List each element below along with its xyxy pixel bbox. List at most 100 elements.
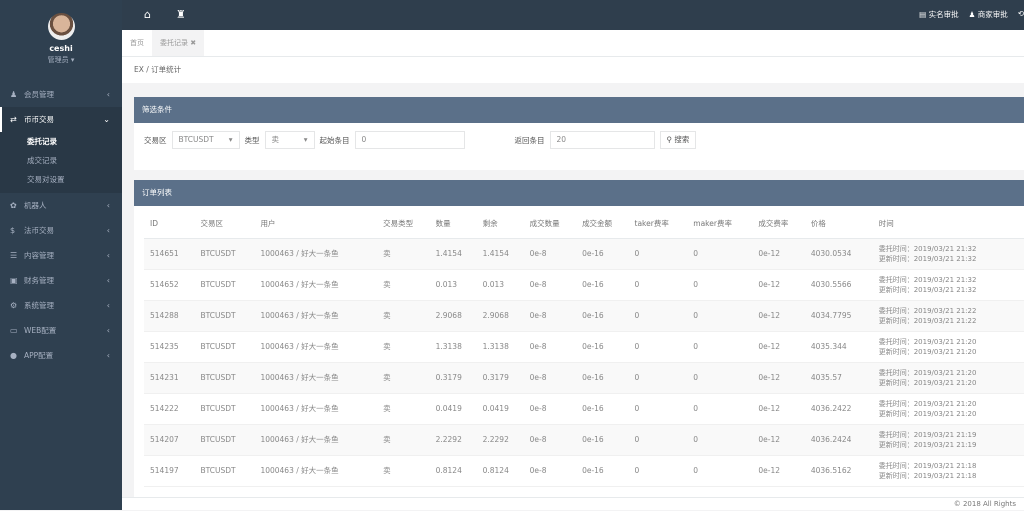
table-cell: 卖 [377,455,430,487]
sidebar-item-label: 会员管理 [24,90,54,99]
chevron-left-icon: ‹ [106,251,110,260]
sidebar-item-5[interactable]: ▣ 财务管理 ‹ [0,268,122,293]
column-header: 成交金额 [576,210,629,239]
dollar-icon: $ [10,226,16,235]
sidebar-item-6[interactable]: ⚙ 系统管理 ‹ [0,293,122,318]
submenu-item[interactable]: 交易对设置 [0,170,122,189]
table-cell: 卖 [377,362,430,394]
table-cell: 1.3138 [476,331,524,363]
top-right-links: ▤ 实名审批 ♟ 商家审批 ⟲ [919,9,1024,20]
tab-home[interactable]: 首页 [122,30,152,56]
sidebar-item-3[interactable]: $ 法币交易 ‹ [0,218,122,243]
sidebar-item-4[interactable]: ☰ 内容管理 ‹ [0,243,122,268]
sidebar-item-label: 币币交易 [24,115,54,124]
topbar-link-label: 实名审批 [928,10,959,19]
market-select[interactable]: BTCUSDT ▾ [171,131,240,149]
table-cell: BTCUSDT [194,300,255,332]
table-cell: 0e-16 [576,269,629,301]
topbar-link-label: 商家审批 [977,10,1008,19]
table-cell: 0.8124 [429,455,477,487]
table-cell: 0.3179 [476,362,524,394]
count-label: 返回条目 [514,135,545,145]
update-time: 更新时间：2019/03/21 21:32 [878,254,977,263]
sidebar-item-7[interactable]: ▭ WEB配置 ‹ [0,318,122,343]
table-cell: 卖 [377,300,430,332]
table-cell: 1000463 / 好大一条鱼 [254,455,378,487]
column-header: 成交数量 [523,210,577,239]
table-cell: 514288 [144,300,195,332]
caret-icon: ▾ [303,135,308,144]
order-time: 委托时间：2019/03/21 21:32 [878,275,977,284]
user-role-dropdown[interactable]: 管理员 ▾ [0,55,122,65]
table-cell: 0 [628,362,688,394]
sidebar: ceshi 管理员 ▾ ♟ 会员管理 ‹ ⇄ 币币交易 ⌄ 委托记录 成交记录 交易对设置 ✿ 机器… [0,0,122,510]
table-cell: 0 [628,393,688,425]
table-cell: 4036.2424 [804,424,873,456]
sidebar-item-label: 系统管理 [24,301,54,310]
sidebar-item-2[interactable]: ✿ 机器人 ‹ [0,193,122,218]
table-cell: 0 [628,424,688,456]
table-cell: 514207 [144,424,195,456]
search-button[interactable]: ⚲ 搜索 [659,131,697,149]
table-cell: 卖 [377,424,430,456]
table-cell: 卖 [377,331,430,363]
market-label: 交易区 [144,135,167,145]
table-cell: 0 [628,300,688,332]
column-header: 时间 [872,210,1024,239]
chevron-left-icon: ‹ [106,301,110,310]
user-icon: ♟ [10,90,18,99]
count-input[interactable]: 20 [549,131,655,149]
table-cell: 0e-12 [752,362,805,394]
avatar[interactable] [47,13,75,40]
table-cell: 0e-12 [752,393,805,425]
market-value: BTCUSDT [178,135,214,144]
search-icon: ⚲ [666,135,673,144]
money-icon: ▣ [10,276,18,285]
table-row: 514197 BTCUSDT 1000463 / 好大一条鱼卖 0.8124 0.812… [144,455,1024,487]
table-cell: 0e-8 [523,238,577,270]
table-cell: BTCUSDT [194,393,255,425]
orders-panel-title: 订单列表 [134,180,1024,206]
order-time: 委托时间：2019/03/21 21:20 [878,399,977,408]
time-cell: 委托时间：2019/03/21 21:18 更新时间：2019/03/21 21:… [872,455,1024,487]
table-row: 514207 BTCUSDT 1000463 / 好大一条鱼卖 2.2292 2.229… [144,424,1024,456]
column-header: 成交费率 [752,210,805,239]
chevron-left-icon: ‹ [106,276,110,285]
type-select[interactable]: 卖 ▾ [264,131,315,149]
table-row: 514222 BTCUSDT 1000463 / 好大一条鱼卖 0.0419 0.041… [144,393,1024,425]
submenu-item[interactable]: 成交记录 [0,151,122,170]
table-cell: 0e-12 [752,300,805,332]
home-icon[interactable]: ⌂ [144,8,151,21]
sidebar-item-8[interactable]: ● APP配置 ‹ [0,343,122,368]
order-time: 委托时间：2019/03/21 21:22 [878,306,977,315]
submenu-item[interactable]: 委托记录 [0,132,122,151]
order-time: 委托时间：2019/03/21 21:18 [878,461,977,470]
table-cell: 0 [687,269,753,301]
submenu: 委托记录 成交记录 交易对设置 [0,132,122,193]
filter-panel: 交易区 BTCUSDT ▾ 类型 卖 ▾ 起始条目 0 返回条目 20 ⚲ 搜索 [134,123,1024,170]
table-cell: 1000463 / 好大一条鱼 [254,362,378,394]
table-cell: 0e-16 [576,238,629,270]
type-label: 类型 [244,135,260,145]
time-cell: 委托时间：2019/03/21 21:22 更新时间：2019/03/21 21:… [872,300,1024,332]
search-label: 搜索 [674,135,690,144]
topbar-link[interactable]: ⟲ [1018,9,1024,20]
broom-icon[interactable]: ♜ [176,8,186,21]
sidebar-item-label: 内容管理 [24,251,54,260]
start-label: 起始条目 [319,135,350,145]
tab-orders[interactable]: 委托记录 ✖ [152,30,205,56]
sidebar-item-label: 财务管理 [24,276,54,285]
sidebar-item-0[interactable]: ♟ 会员管理 ‹ [0,82,122,107]
topbar-link[interactable]: ▤ 实名审批 [919,9,958,20]
table-cell: 卖 [377,393,430,425]
table-cell: 514231 [144,362,195,394]
table-cell: 1.4154 [429,238,477,270]
order-time: 委托时间：2019/03/21 21:20 [878,337,977,346]
start-input[interactable]: 0 [354,131,465,149]
topbar-link[interactable]: ♟ 商家审批 [969,9,1008,20]
table-cell: 514197 [144,455,195,487]
sidebar-item-1[interactable]: ⇄ 币币交易 ⌄ [0,107,122,132]
chevron-left-icon: ‹ [106,226,110,235]
table-cell: 0e-16 [576,455,629,487]
table-cell: 0e-12 [752,238,805,270]
